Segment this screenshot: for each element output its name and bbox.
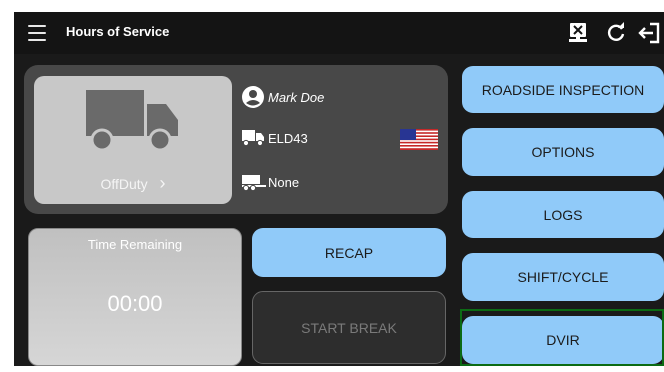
logout-icon[interactable] <box>638 21 662 45</box>
vehicle-id: ELD43 <box>268 130 308 146</box>
refresh-icon[interactable] <box>604 21 628 45</box>
duty-status-label: OffDuty › <box>34 173 232 194</box>
trailer-id: None <box>268 174 300 190</box>
time-remaining-card: Time Remaining 00:00 <box>28 228 242 366</box>
start-break-button[interactable]: START BREAK <box>252 291 446 364</box>
page-title: Hours of Service <box>66 24 170 39</box>
driver-row: Mark Doe <box>242 86 324 108</box>
app-bar: Hours of Service <box>14 12 664 54</box>
menu-icon[interactable] <box>28 25 46 41</box>
logs-button[interactable]: LOGS <box>462 191 664 238</box>
app-screen: Hours of Service OffDuty › Mark Doe ELD4… <box>14 12 664 366</box>
shift-cycle-button[interactable]: SHIFT/CYCLE <box>462 253 664 301</box>
time-remaining-value: 00:00 <box>107 291 163 316</box>
us-flag-icon <box>400 129 438 150</box>
duty-status-text: OffDuty <box>100 176 148 192</box>
trailer-row: None <box>242 173 299 191</box>
duty-status-card[interactable]: OffDuty › <box>34 76 232 204</box>
user-icon <box>242 86 268 108</box>
roadside-inspection-button[interactable]: ROADSIDE INSPECTION <box>462 66 664 113</box>
sync-icon[interactable] <box>566 21 590 45</box>
truck-icon <box>242 130 268 146</box>
dvir-highlight-frame <box>460 309 664 366</box>
driver-name: Mark Doe <box>268 89 325 105</box>
chevron-right-icon: › <box>159 173 166 193</box>
truck-icon <box>86 90 178 152</box>
trailer-icon <box>242 173 268 191</box>
time-remaining-label: Time Remaining <box>87 237 183 252</box>
options-button[interactable]: OPTIONS <box>462 128 664 176</box>
vehicle-row: ELD43 <box>242 130 308 146</box>
recap-button[interactable]: RECAP <box>252 228 446 277</box>
